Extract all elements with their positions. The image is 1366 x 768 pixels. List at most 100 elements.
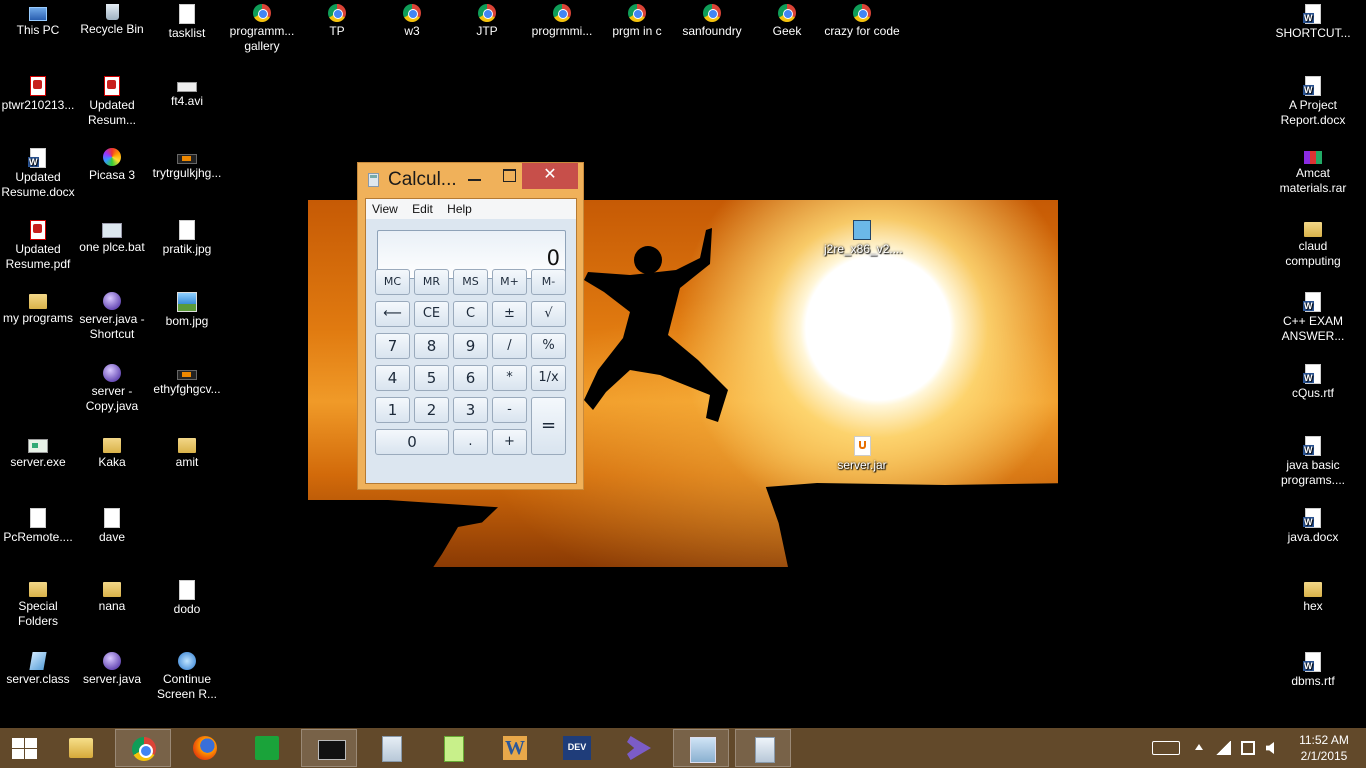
desktop-icon[interactable]: claud computing [1275,220,1351,269]
taskbar-store[interactable] [239,729,295,767]
desktop-icon[interactable]: w3 [374,4,450,39]
calc-key[interactable]: M+ [492,269,527,295]
taskbar-devcpp[interactable]: DEV [549,729,605,767]
taskbar-file-explorer[interactable] [53,729,109,767]
menu-help[interactable]: Help [447,199,478,216]
menu-edit[interactable]: Edit [412,199,439,216]
desktop-icon[interactable]: dbms.rtf [1275,652,1351,689]
desktop-icon[interactable]: crazy for code [824,4,900,39]
calc-key[interactable]: 3 [453,397,488,423]
desktop-icon[interactable]: java basic programs.... [1275,436,1351,488]
calc-key[interactable]: √ [531,301,566,327]
desktop-icon[interactable]: JTP [449,4,525,39]
desktop-icon[interactable]: PcRemote.... [0,508,76,545]
calc-key[interactable]: + [492,429,527,455]
calc-key[interactable]: - [492,397,527,423]
desktop-icon[interactable]: j2re_x86_v2.... [824,220,903,257]
title-bar[interactable]: Calcul... ✕ [358,163,583,195]
desktop-icon[interactable]: one plce.bat [74,220,150,255]
desktop-icon[interactable]: server - Copy.java [74,364,150,414]
taskbar-visual-studio[interactable] [611,729,667,767]
desktop-icon[interactable]: ethyfghgcv... [149,364,225,397]
calc-key[interactable]: 2 [414,397,449,423]
desktop-icon[interactable]: amit [149,436,225,470]
calc-key[interactable]: 0 [375,429,449,455]
taskbar-notepadpp[interactable] [425,729,481,767]
desktop-icon[interactable]: This PC [0,4,76,38]
desktop-icon[interactable]: Picasa 3 [74,148,150,183]
calc-key[interactable]: 1/x [531,365,566,391]
calc-key[interactable]: 6 [453,365,488,391]
power-icon[interactable] [1241,741,1255,755]
desktop-icon[interactable]: prgm in c [599,4,675,39]
calculator-app-icon[interactable] [368,173,379,187]
desktop-icon[interactable]: Amcat materials.rar [1275,148,1351,196]
calc-key[interactable]: M- [531,269,566,295]
calc-key[interactable]: % [531,333,566,359]
taskbar-calculator[interactable] [363,729,419,767]
desktop-icon[interactable]: java.docx [1275,508,1351,545]
close-button[interactable]: ✕ [522,163,578,189]
desktop-icon[interactable]: Kaka [74,436,150,470]
desktop-icon[interactable]: ptwr210213... [0,76,76,113]
desktop-icon[interactable]: Updated Resume.docx [0,148,76,200]
desktop-icon[interactable]: nana [74,580,150,614]
desktop-icon[interactable]: A Project Report.docx [1275,76,1351,128]
calc-key[interactable]: 1 [375,397,410,423]
desktop-icon[interactable]: Special Folders [0,580,76,629]
desktop-icon[interactable]: server.java [74,652,150,687]
desktop-icon[interactable]: pratik.jpg [149,220,225,257]
taskbar-firefox[interactable] [177,729,233,767]
desktop-icon[interactable]: server.class [0,652,76,687]
calculator-window[interactable]: Calcul... ✕ View Edit Help 0 MC MR MS M+ M- ⟵… [357,162,584,490]
calc-key[interactable]: MC [375,269,410,295]
desktop-icon[interactable]: trytrgulkjhg... [149,148,225,181]
desktop-icon[interactable]: C++ EXAM ANSWER... [1275,292,1351,344]
desktop-icon[interactable]: hex [1275,580,1351,614]
calc-key[interactable]: = [531,397,566,455]
minimize-button[interactable] [458,163,492,189]
desktop-icon[interactable]: TP [299,4,375,39]
desktop-icon[interactable]: server.java - Shortcut [74,292,150,342]
desktop-icon[interactable]: server.exe [0,436,76,470]
show-hidden-icons-icon[interactable] [1195,744,1203,750]
desktop-icon[interactable]: dodo [149,580,225,617]
desktop-icon[interactable]: tasklist [149,4,225,41]
desktop-icon[interactable]: Continue Screen R... [149,652,225,702]
keyboard-icon[interactable] [1152,741,1180,755]
desktop-icon[interactable]: Updated Resum... [74,76,150,128]
network-signal-icon[interactable] [1215,741,1231,755]
desktop-icon[interactable]: dave [74,508,150,545]
desktop-icon[interactable]: my programs [0,292,76,326]
desktop-icon[interactable]: Recycle Bin [74,4,150,37]
desktop-icon[interactable]: cQus.rtf [1275,364,1351,401]
calc-key[interactable]: 8 [414,333,449,359]
desktop-icon[interactable]: server.jar [824,436,900,473]
desktop-icon[interactable]: ft4.avi [149,76,225,109]
calc-key[interactable]: ± [492,301,527,327]
calc-key[interactable]: CE [414,301,449,327]
desktop-icon[interactable]: progrmmi... [524,4,600,39]
taskbar-word[interactable]: W [487,729,543,767]
calc-key[interactable]: MS [453,269,488,295]
desktop-icon[interactable]: Updated Resume.pdf [0,220,76,272]
taskbar-chrome[interactable] [115,729,171,767]
taskbar-cmd[interactable] [301,729,357,767]
desktop-icon[interactable]: SHORTCUT... [1275,4,1351,41]
menu-view[interactable]: View [372,199,404,216]
calc-key[interactable]: * [492,365,527,391]
start-button[interactable] [0,729,50,767]
taskbar-calculator-active[interactable] [735,729,791,767]
calc-key[interactable]: C [453,301,488,327]
calc-key[interactable]: 5 [414,365,449,391]
maximize-button[interactable] [492,163,526,189]
calc-key[interactable]: 4 [375,365,410,391]
calc-key[interactable]: MR [414,269,449,295]
volume-icon[interactable] [1266,742,1274,754]
desktop-icon[interactable]: Geek [749,4,825,39]
calc-key[interactable]: 9 [453,333,488,359]
calc-key[interactable]: 7 [375,333,410,359]
desktop-icon[interactable]: programm... gallery [224,4,300,54]
calc-key[interactable]: / [492,333,527,359]
desktop-icon[interactable]: sanfoundry [674,4,750,39]
